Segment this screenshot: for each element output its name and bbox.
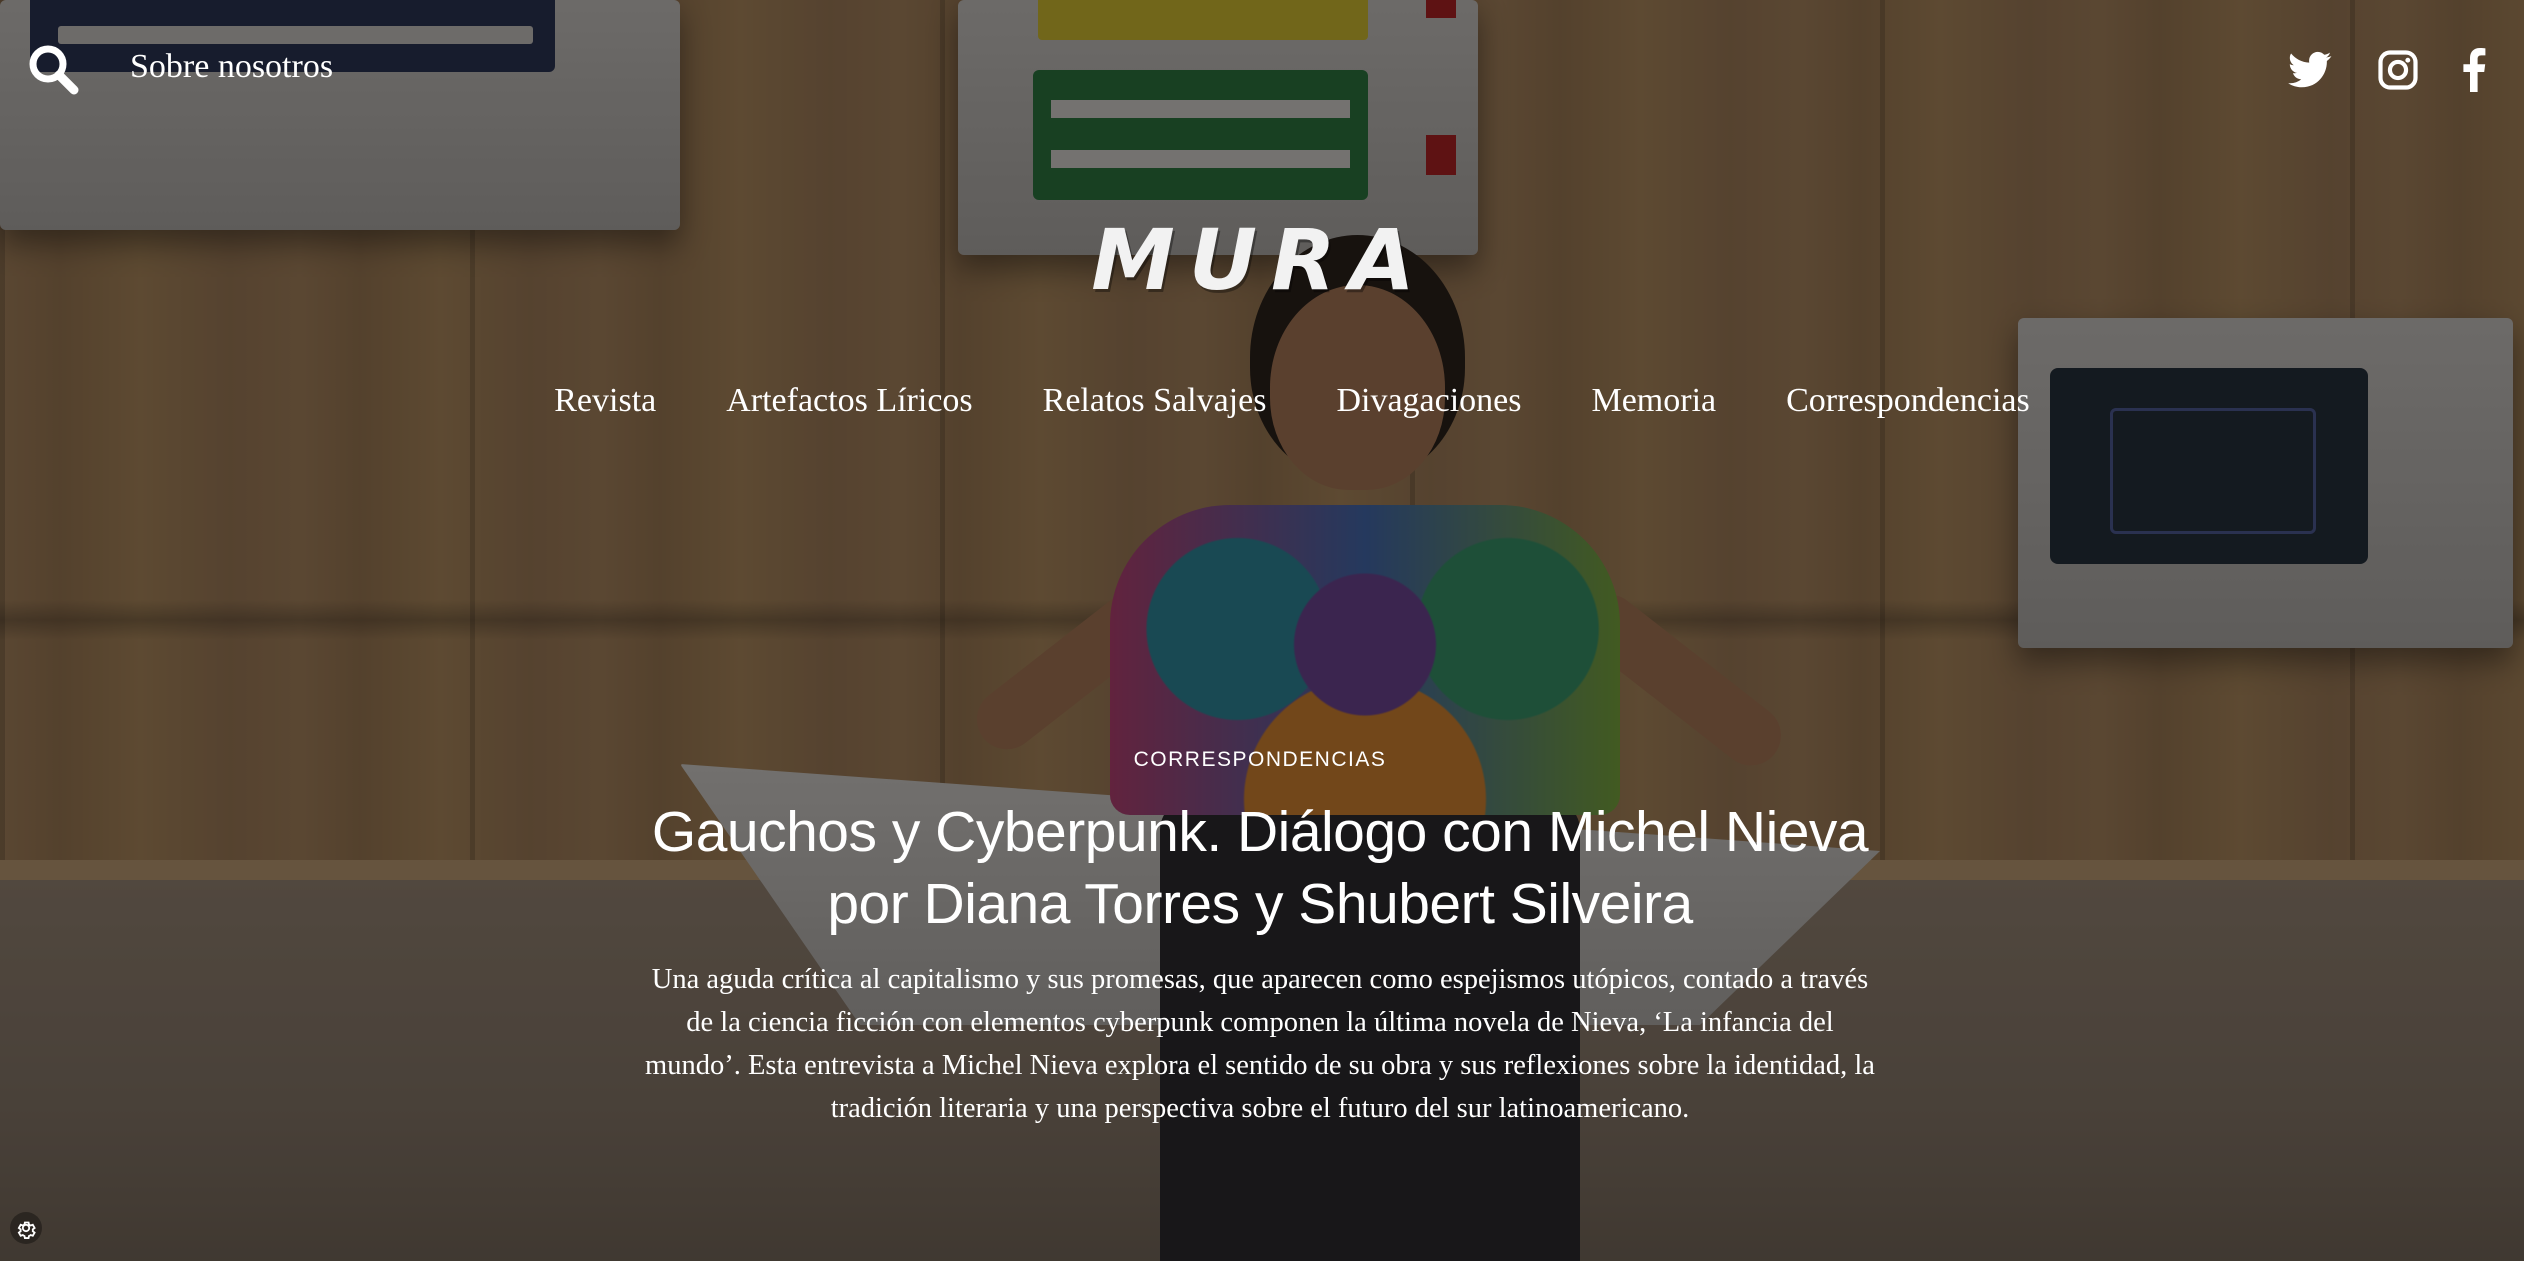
twitter-icon bbox=[2288, 51, 2332, 88]
nav-item-revista[interactable]: Revista bbox=[554, 382, 656, 442]
article-category-link[interactable]: CORRESPONDENCIAS bbox=[1134, 748, 1387, 772]
article-title-line-2: por Diana Torres y Shubert Silveira bbox=[827, 872, 1693, 936]
top-bar: Sobre nosotros bbox=[0, 0, 2524, 140]
main-navigation: Revista Artefactos Líricos Relatos Salva… bbox=[0, 382, 2524, 442]
featured-article: CORRESPONDENCIAS Gauchos y Cyberpunk. Di… bbox=[640, 748, 1880, 1130]
nav-item-divagaciones[interactable]: Divagaciones bbox=[1336, 382, 1521, 442]
hero-section: Sobre nosotros MURA Revista Artefactos L… bbox=[0, 0, 2524, 1261]
article-title-line-1: Gauchos y Cyberpunk. Diálogo con Michel … bbox=[651, 800, 1869, 864]
site-logo[interactable]: MURA bbox=[1091, 211, 1420, 309]
search-button[interactable] bbox=[26, 42, 82, 98]
about-us-link[interactable]: Sobre nosotros bbox=[130, 48, 333, 86]
gear-icon bbox=[17, 1221, 36, 1239]
nav-item-relatos-salvajes[interactable]: Relatos Salvajes bbox=[1043, 382, 1267, 442]
article-excerpt: Una aguda crítica al capitalismo y sus p… bbox=[645, 964, 1875, 1124]
twitter-link[interactable] bbox=[2282, 42, 2338, 98]
nav-item-memoria[interactable]: Memoria bbox=[1591, 382, 1716, 442]
article-title-link[interactable]: Gauchos y Cyberpunk. Diálogo con Michel … bbox=[651, 800, 1869, 936]
search-icon bbox=[29, 45, 79, 95]
facebook-icon bbox=[2463, 48, 2486, 92]
article-title: Gauchos y Cyberpunk. Diálogo con Michel … bbox=[640, 796, 1880, 940]
settings-button[interactable] bbox=[10, 1212, 42, 1244]
nav-item-correspondencias[interactable]: Correspondencias bbox=[1786, 382, 2030, 442]
instagram-icon bbox=[2378, 50, 2418, 90]
facebook-link[interactable] bbox=[2452, 42, 2496, 98]
nav-item-artefactos-liricos[interactable]: Artefactos Líricos bbox=[726, 382, 972, 442]
instagram-link[interactable] bbox=[2370, 42, 2426, 98]
